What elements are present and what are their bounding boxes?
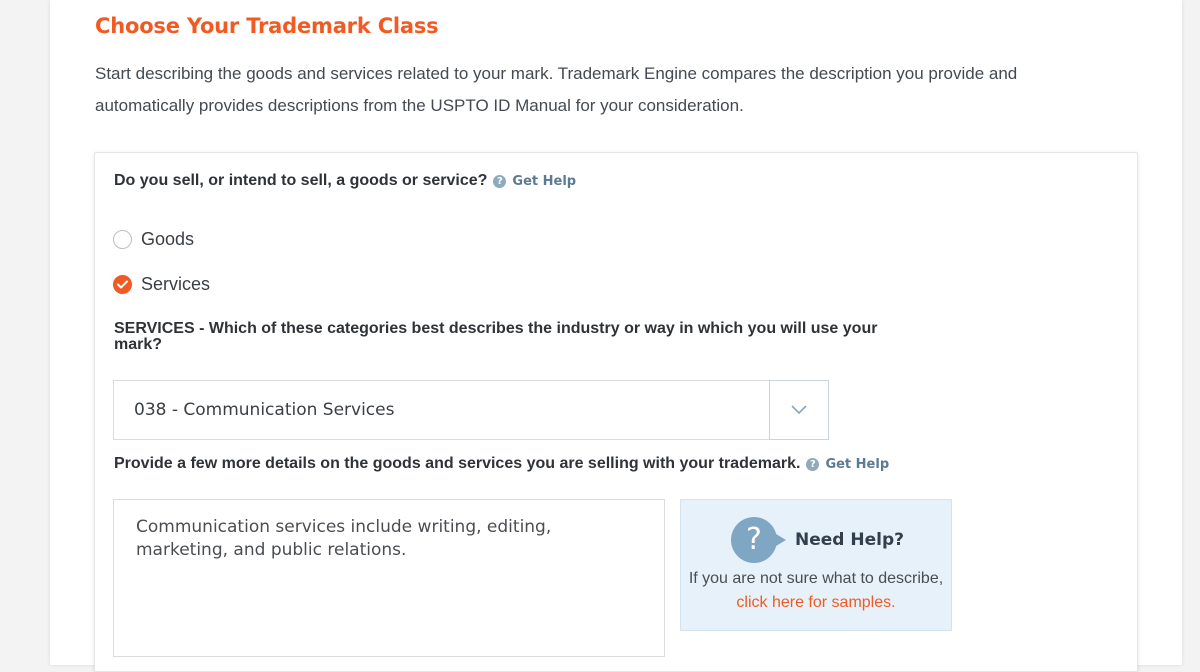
samples-link[interactable]: click here for samples.: [736, 594, 895, 611]
select-value: 038 - Communication Services: [134, 400, 395, 420]
need-help-header: ? Need Help?: [731, 517, 904, 563]
radio-services[interactable]: Services: [113, 274, 210, 295]
get-help-link[interactable]: ? Get Help: [493, 174, 576, 189]
get-help-label: Get Help: [825, 456, 890, 472]
help-text-body: If you are not sure what to describe,: [688, 570, 944, 587]
need-help-panel: ? Need Help? If you are not sure what to…: [680, 499, 952, 631]
radio-unchecked-icon[interactable]: [113, 230, 132, 249]
get-help-label: Get Help: [512, 173, 577, 189]
get-help-link-details[interactable]: ? Get Help: [806, 457, 889, 472]
radio-services-label: Services: [141, 274, 211, 294]
description-textarea[interactable]: Communication services include writing, …: [113, 499, 665, 657]
details-question: Provide a few more details on the goods …: [114, 455, 889, 473]
need-help-title: Need Help?: [795, 530, 904, 550]
details-label: Provide a few more details on the goods …: [114, 455, 801, 472]
question-mark-icon: ?: [806, 457, 820, 471]
page-card: Choose Your Trademark Class Start descri…: [50, 0, 1182, 672]
service-category-select[interactable]: 038 - Communication Services: [113, 379, 829, 440]
help-bubble-icon: ?: [731, 517, 786, 563]
radio-checked-icon[interactable]: [113, 275, 132, 294]
goods-services-question: Do you sell, or intend to sell, a goods …: [114, 172, 576, 190]
chevron-down-icon[interactable]: [769, 379, 829, 440]
class-form-card: Do you sell, or intend to sell, a goods …: [94, 152, 1138, 672]
question-label: Do you sell, or intend to sell, a goods …: [114, 172, 488, 189]
intro-text: Start describing the goods and services …: [95, 64, 1018, 115]
radio-goods[interactable]: Goods: [113, 229, 194, 250]
page-title: Choose Your Trademark Class: [95, 14, 439, 38]
question-mark-icon: ?: [493, 174, 507, 188]
radio-goods-label: Goods: [141, 229, 195, 249]
need-help-text: If you are not sure what to describe, cl…: [681, 567, 951, 615]
services-category-question: SERVICES - Which of these categories bes…: [114, 320, 878, 353]
